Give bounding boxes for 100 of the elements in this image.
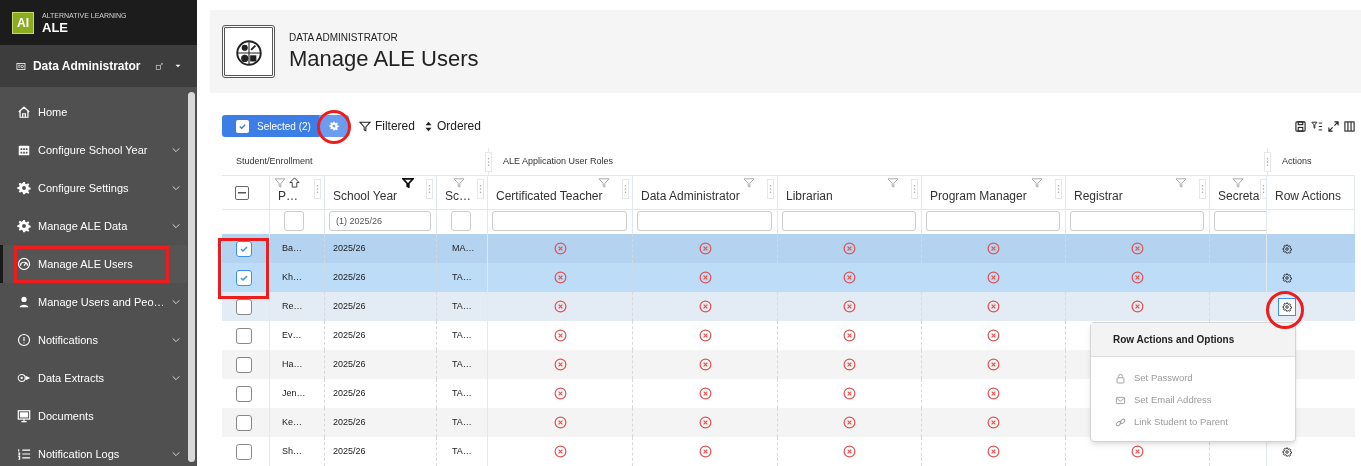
gear-icon (1282, 272, 1292, 283)
menu-title: Row Actions and Options (1113, 333, 1235, 347)
filter-icon[interactable] (402, 178, 414, 188)
row-checkbox[interactable] (236, 269, 252, 286)
row-checkbox[interactable] (236, 443, 252, 460)
filter-field[interactable] (492, 211, 627, 231)
column-header[interactable]: Row Actions (1275, 187, 1342, 205)
table-cell-text: Re… (282, 299, 303, 313)
sidebar-item[interactable]: Data Extracts (0, 359, 187, 397)
caret-icon (175, 63, 181, 69)
chevron-icon (171, 373, 181, 383)
filter-field[interactable] (451, 211, 471, 231)
gear-icon (1282, 301, 1292, 312)
select-all-checkbox[interactable] (235, 185, 249, 200)
column-menu-icon[interactable] (1260, 179, 1266, 199)
minus-icon (238, 191, 246, 194)
row-checkbox[interactable] (236, 356, 252, 373)
sidebar-item[interactable]: Notification Logs (0, 435, 187, 466)
column-header[interactable]: Librarian (786, 187, 833, 205)
column-header[interactable]: Registrar (1074, 187, 1123, 205)
chevron-icon (171, 183, 181, 193)
filter-field[interactable]: (1) 2025/26 (329, 211, 431, 231)
filtered-button[interactable]: Filtered (358, 117, 415, 135)
home-icon (17, 105, 31, 119)
table-cell-text: TA… (452, 357, 472, 371)
ordered-button[interactable]: Ordered (424, 117, 481, 135)
filter-field[interactable] (1214, 211, 1266, 231)
filter-field[interactable] (782, 211, 916, 231)
chevron-icon (171, 335, 181, 345)
table-cell-text: TA… (452, 270, 472, 284)
table-cell-text: 2025/26 (333, 357, 366, 371)
table-cell-text: 2025/26 (333, 386, 366, 400)
column-menu-icon[interactable] (477, 179, 484, 199)
gear-icon (328, 121, 339, 131)
table-cell-text: Ha… (282, 357, 303, 371)
selected-button[interactable]: Selected (2) (222, 115, 319, 137)
selection-settings-button[interactable] (318, 115, 349, 137)
sidebar-item[interactable]: Notifications (0, 321, 187, 359)
row-actions-button[interactable] (1278, 297, 1296, 316)
column-menu-icon[interactable] (1055, 179, 1062, 199)
column-menu-icon[interactable] (622, 179, 629, 199)
page-eyebrow: DATA ADMINISTRATOR (289, 31, 399, 46)
columns-icon[interactable] (1344, 120, 1355, 132)
table-cell-text: TA… (452, 444, 472, 458)
table-cell-text: Jen… (282, 386, 306, 400)
expand-icon[interactable] (1328, 120, 1339, 132)
column-header[interactable]: Data Administrator (641, 187, 740, 205)
table-cell-text: 2025/26 (333, 415, 366, 429)
sort-ascending-icon[interactable] (289, 177, 300, 188)
link-icon (1115, 416, 1126, 428)
column-header[interactable]: Certificated Teacher (496, 187, 603, 205)
save-icon[interactable] (1295, 120, 1306, 132)
column-menu-icon[interactable] (314, 179, 321, 199)
column-group-header: Student/Enrollment (236, 154, 313, 168)
table-cell-text: 2025/26 (333, 444, 366, 458)
sidebar-item[interactable]: Configure School Year (0, 131, 187, 169)
column-header[interactable]: Sc… (445, 187, 471, 205)
calendar-icon (17, 143, 31, 157)
table-cell-text: Ev… (282, 328, 302, 342)
column-menu-icon[interactable] (485, 152, 492, 172)
filter-field[interactable] (926, 211, 1060, 231)
table-cell-text: Sh… (282, 444, 302, 458)
table-cell-text: TA… (452, 328, 472, 342)
sidebar-item[interactable]: Manage Users and Peo… (0, 283, 187, 321)
column-menu-icon[interactable] (1264, 152, 1271, 172)
sidebar-item[interactable]: Home (0, 93, 187, 131)
filter-list-icon[interactable] (1311, 120, 1323, 132)
table-row[interactable]: Kh… 2025/26 TA… (222, 263, 1355, 292)
sidebar-item[interactable]: Configure Settings (0, 169, 187, 207)
table-row[interactable]: Re… 2025/26 TA… (222, 292, 1355, 321)
chevron-icon (171, 449, 181, 459)
table-cell-text: 2025/26 (333, 328, 366, 342)
column-menu-icon[interactable] (426, 179, 433, 199)
row-checkbox[interactable] (236, 327, 252, 344)
table-cell-text: TA… (452, 386, 472, 400)
filter-field[interactable] (1070, 211, 1204, 231)
person-icon (17, 295, 31, 309)
gauge-icon (17, 257, 31, 271)
column-header[interactable]: Program Manager (930, 187, 1027, 205)
role-switcher[interactable]: Data Administrator (0, 45, 197, 87)
gear-icon (1282, 243, 1292, 254)
alert-icon (17, 333, 31, 347)
filter-field[interactable] (637, 211, 772, 231)
sidebar-item[interactable]: Documents (0, 397, 187, 435)
column-menu-icon[interactable] (911, 179, 918, 199)
sidebar-item[interactable]: Manage ALE Data (0, 207, 187, 245)
table-cell-text: 2025/26 (333, 241, 366, 255)
row-checkbox[interactable] (236, 414, 252, 431)
column-menu-icon[interactable] (1199, 179, 1206, 199)
row-checkbox[interactable] (236, 385, 252, 402)
filter-field[interactable] (284, 211, 304, 231)
column-header[interactable]: Secreta (1218, 187, 1260, 205)
table-cell-text: 2025/26 (333, 270, 366, 284)
table-cell-text: Ke… (282, 415, 302, 429)
column-header[interactable]: P… (278, 187, 298, 205)
column-header[interactable]: School Year (333, 187, 398, 205)
column-menu-icon[interactable] (767, 179, 774, 199)
lock-icon (1115, 372, 1126, 384)
filter-icon (358, 120, 371, 132)
table-row[interactable]: Ba… 2025/26 MA… (222, 234, 1355, 263)
